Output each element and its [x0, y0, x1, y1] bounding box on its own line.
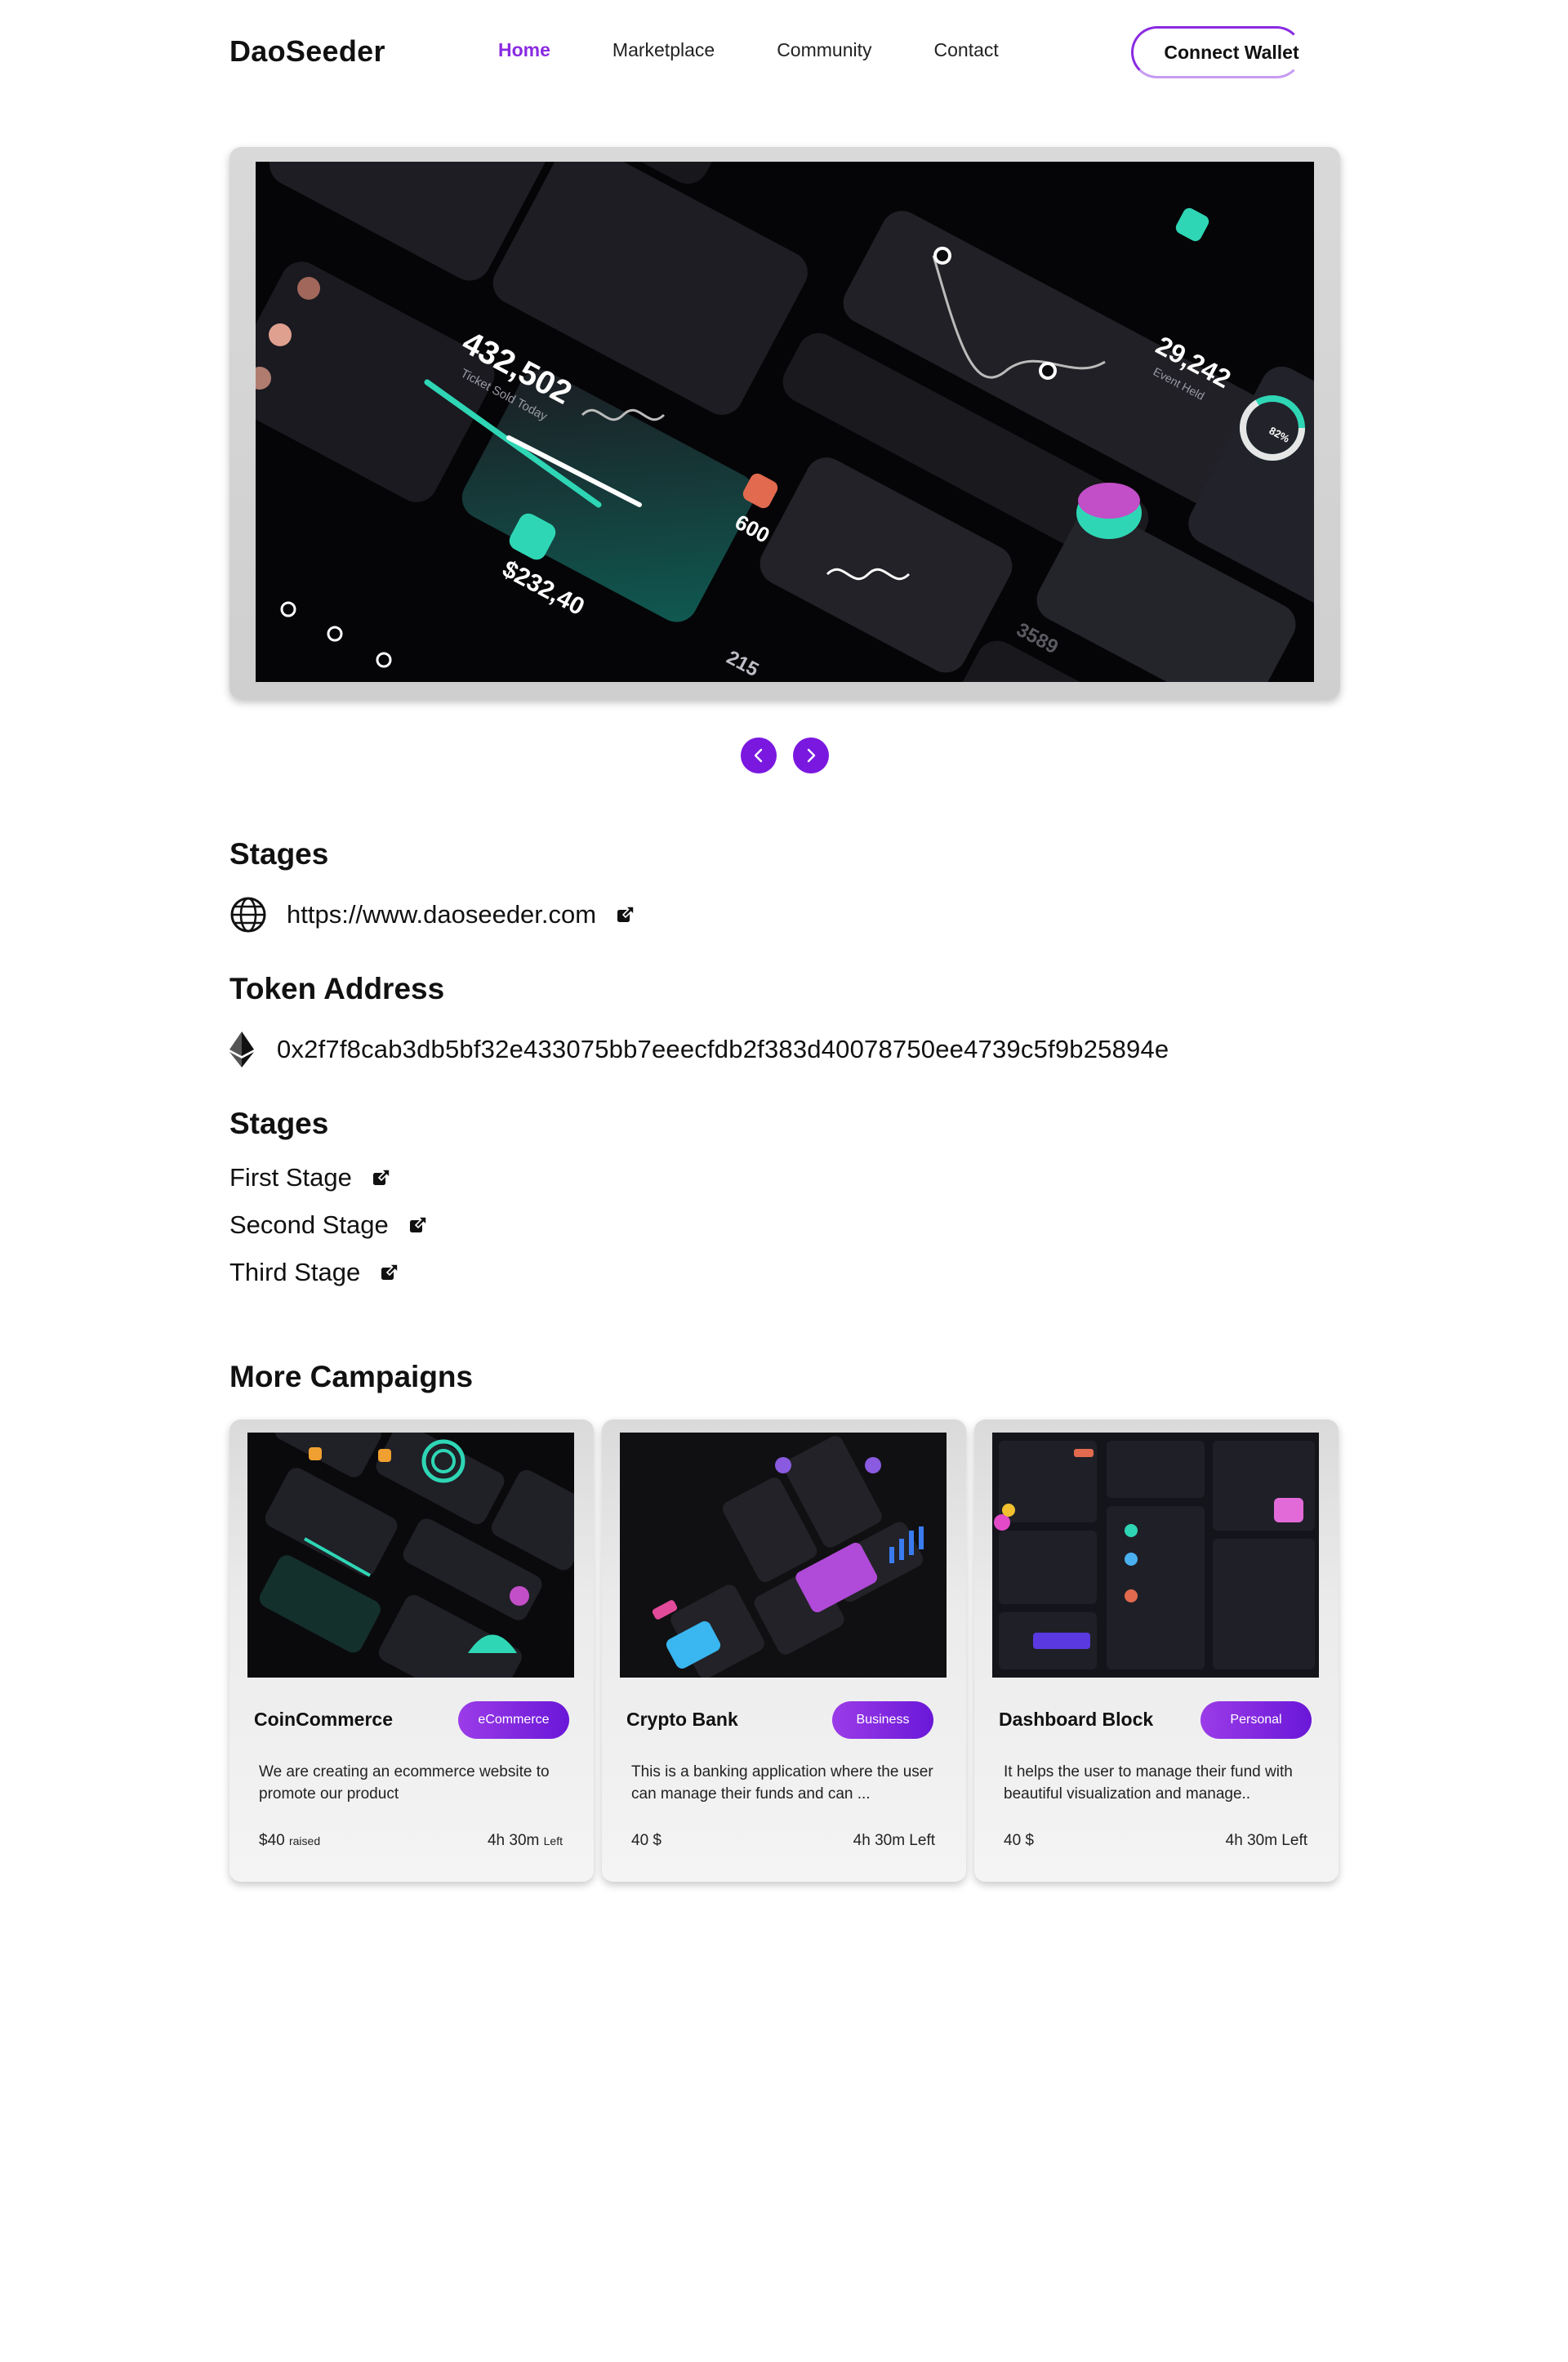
- chevron-left-icon: [754, 748, 763, 763]
- time-value: 4h 30m Left: [853, 1832, 935, 1849]
- token-address-value[interactable]: 0x2f7f8cab3db5bf32e433075bb7eeecfdb2f383…: [277, 1035, 1169, 1064]
- website-row: https://www.daoseeder.com: [229, 896, 635, 934]
- token-heading: Token Address: [229, 972, 445, 1005]
- raised-suffix: raised: [288, 1834, 321, 1847]
- hero-carousel: 432,502 Ticket Sold Today 29,242 Event H…: [229, 147, 1340, 699]
- stage-link-first[interactable]: First Stage: [229, 1163, 391, 1192]
- campaign-category-badge[interactable]: Business: [832, 1701, 933, 1739]
- external-link-icon: [381, 1263, 399, 1280]
- brand-logo[interactable]: DaoSeeder: [229, 34, 385, 69]
- chevron-right-icon: [807, 748, 816, 763]
- campaign-image: [620, 1433, 947, 1678]
- campaign-description: This is a banking application where the …: [631, 1763, 933, 1803]
- ethereum-icon: [229, 1032, 254, 1067]
- stage-label: Third Stage: [229, 1258, 361, 1286]
- campaign-card-dashboard-block[interactable]: Dashboard Block Personal It helps the us…: [974, 1419, 1339, 1882]
- stage-link-second[interactable]: Second Stage: [229, 1210, 428, 1240]
- campaign-image: [992, 1433, 1319, 1678]
- connect-wallet-button[interactable]: Connect Wallet: [1131, 26, 1303, 78]
- campaign-image: [247, 1433, 574, 1678]
- top-navbar: DaoSeeder Home Marketplace Community Con…: [0, 0, 1568, 103]
- raised-amount: $40: [259, 1832, 285, 1849]
- campaign-time-left: 4h 30m Left: [1226, 1832, 1307, 1850]
- campaign-time-left: 4h 30m Left: [488, 1832, 563, 1850]
- nav-link-contact[interactable]: Contact: [934, 39, 999, 61]
- token-row: 0x2f7f8cab3db5bf32e433075bb7eeecfdb2f383…: [229, 1032, 1169, 1067]
- carousel-prev-button[interactable]: [741, 738, 777, 773]
- external-link-icon[interactable]: [616, 905, 635, 925]
- raised-amount: 40 $: [631, 1832, 662, 1849]
- external-link-icon: [372, 1169, 390, 1185]
- campaign-banking-illustration: [620, 1433, 947, 1678]
- external-link-icon: [409, 1216, 427, 1232]
- campaign-title: Dashboard Block: [999, 1709, 1154, 1730]
- more-campaigns-heading: More Campaigns: [229, 1360, 474, 1393]
- nav-link-marketplace[interactable]: Marketplace: [612, 39, 715, 61]
- campaign-description: We are creating an ecommerce website to …: [259, 1763, 550, 1803]
- campaign-card-crypto-bank[interactable]: Crypto Bank Business This is a banking a…: [602, 1419, 966, 1882]
- time-value: 4h 30m Left: [1225, 1832, 1307, 1849]
- stages-heading: Stages: [229, 1107, 329, 1140]
- campaign-raised: $40 raised: [259, 1832, 320, 1850]
- time-value: 4h 30m: [487, 1832, 540, 1849]
- carousel-controls: [741, 738, 829, 773]
- stage-link-third[interactable]: Third Stage: [229, 1258, 399, 1287]
- time-suffix: Left: [543, 1834, 563, 1847]
- campaign-title: Crypto Bank: [626, 1709, 738, 1730]
- campaign-dashboard-block-illustration: [992, 1433, 1319, 1678]
- campaign-raised: 40 $: [631, 1832, 662, 1850]
- nav-link-home[interactable]: Home: [498, 39, 550, 61]
- campaign-description: It helps the user to manage their fund w…: [1004, 1763, 1293, 1803]
- nav-link-community[interactable]: Community: [777, 39, 871, 61]
- website-url-link[interactable]: https://www.daoseeder.com: [287, 900, 596, 929]
- carousel-next-button[interactable]: [793, 738, 829, 773]
- stage-label: Second Stage: [229, 1210, 389, 1239]
- hero-dashboard-illustration: 432,502 Ticket Sold Today 29,242 Event H…: [256, 162, 1314, 682]
- campaign-time-left: 4h 30m Left: [853, 1832, 935, 1850]
- campaign-raised: 40 $: [1004, 1832, 1034, 1850]
- raised-amount: 40 $: [1004, 1832, 1034, 1849]
- campaign-category-badge[interactable]: Personal: [1200, 1701, 1312, 1739]
- campaign-title: CoinCommerce: [254, 1709, 393, 1730]
- nav-links: Home Marketplace Community Contact: [498, 39, 1061, 61]
- globe-icon: [230, 897, 266, 933]
- campaign-dashboard-illustration: [247, 1433, 574, 1678]
- hero-image: 432,502 Ticket Sold Today 29,242 Event H…: [256, 162, 1314, 682]
- stage-label: First Stage: [229, 1163, 352, 1192]
- campaign-category-badge[interactable]: eCommerce: [458, 1701, 569, 1739]
- website-heading: Stages: [229, 837, 329, 871]
- campaign-card-coincommerce[interactable]: CoinCommerce eCommerce We are creating a…: [229, 1419, 594, 1882]
